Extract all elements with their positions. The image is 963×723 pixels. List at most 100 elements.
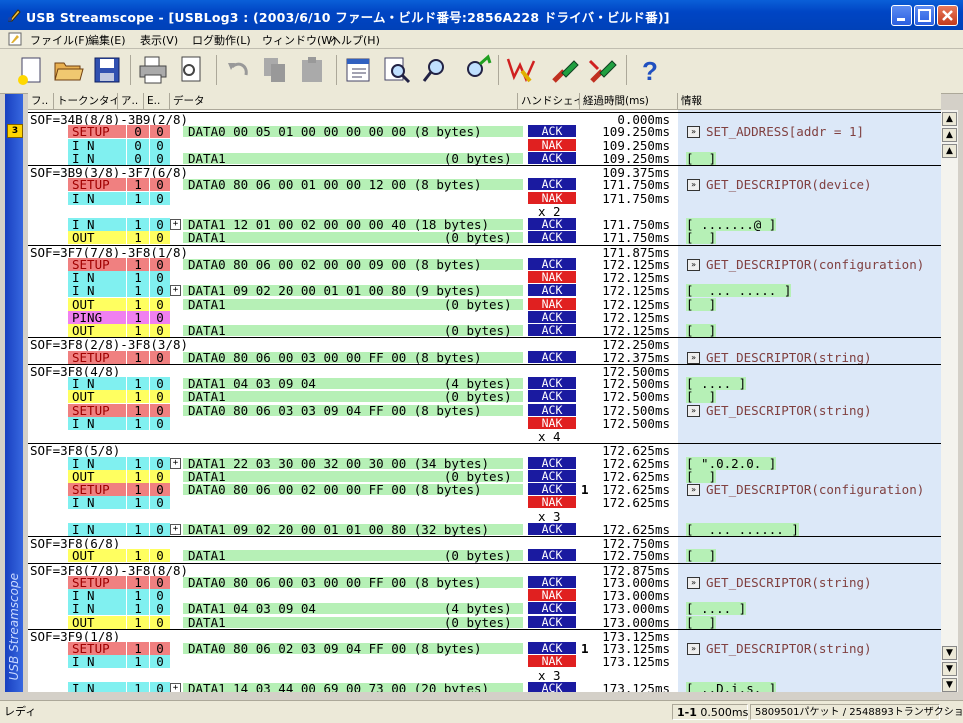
repeat-row[interactable]: x 2 <box>28 205 941 218</box>
col-info[interactable]: 情報 <box>678 93 941 109</box>
properties-icon[interactable] <box>342 53 376 87</box>
print-icon[interactable] <box>136 53 170 87</box>
address: 0 <box>126 151 149 165</box>
token-type: OUT <box>68 615 130 629</box>
col-frame[interactable]: フ.. <box>28 93 54 109</box>
transaction-row[interactable]: OUT 1 0 DATA1 (0 bytes) ACK [ ] 172.750ms <box>28 549 941 563</box>
decode-icon[interactable]: » <box>687 179 700 192</box>
transaction-row[interactable]: I N 1 0 NAK 171.750ms <box>28 191 941 205</box>
transaction-row[interactable]: I N 1 0 NAK 173.000ms <box>28 589 941 602</box>
scroll-page-up-icon[interactable]: ▲ <box>942 128 957 142</box>
open-folder-icon[interactable] <box>52 53 86 87</box>
transaction-row[interactable]: I N 1 0 NAK 172.500ms <box>28 416 941 430</box>
transaction-row[interactable]: SETUP 1 0 DATA0 80 06 00 02 00 00 09 00 (8 … <box>28 256 941 272</box>
transaction-row[interactable]: I N 0 0 DATA1 (0 bytes) ACK[ ] 109.250ms <box>28 151 941 165</box>
menu-log-action[interactable]: ログ動作(L) <box>192 32 251 48</box>
menu-view[interactable]: 表示(V) <box>140 32 178 48</box>
scroll-down-icon[interactable]: ▼ <box>942 646 957 660</box>
transaction-row[interactable]: OUT 1 0 DATA1 (0 bytes) ACK [ ] 172.500ms <box>28 390 941 404</box>
transaction-row[interactable]: I N 1 0 + DATA1 14 03 44 00 69 00 73 00 (20 … <box>28 681 941 692</box>
data-payload: DATA1 (0 bytes) <box>188 468 512 484</box>
transaction-row[interactable]: I N 1 0 + DATA1 09 02 20 00 01 01 00 80 (32 … <box>28 522 941 536</box>
scroll-top-icon[interactable]: ▲ <box>942 112 957 126</box>
transaction-row[interactable]: I N 1 0 + DATA1 12 01 00 02 00 00 00 40 (18 … <box>28 218 941 231</box>
transaction-row[interactable]: I N 1 0 DATA1 04 03 09 04 (4 bytes) ACK [ ...… <box>28 602 941 616</box>
decode-icon[interactable]: » <box>687 126 700 139</box>
transaction-row[interactable]: I N 1 0 NAK 172.625ms <box>28 495 941 511</box>
transaction-row[interactable]: PING 1 0 ACK 172.125ms <box>28 310 941 324</box>
vertical-scrollbar[interactable]: ▲ ▲ ▲ ▼ ▼ ▼ <box>941 110 958 692</box>
elapsed-time: 172.625ms <box>602 495 670 511</box>
scroll-page-down-icon[interactable]: ▼ <box>942 662 957 676</box>
print-preview-icon[interactable] <box>174 53 208 87</box>
trigger-icon[interactable] <box>504 53 538 87</box>
expand-icon[interactable]: + <box>170 682 181 692</box>
elapsed-time: 172.125ms <box>602 323 670 338</box>
transaction-row[interactable]: I N 1 0 DATA1 04 03 09 04 (4 bytes) ACK [ ...… <box>28 377 941 390</box>
col-data[interactable]: データ <box>170 93 518 109</box>
transaction-row[interactable]: I N 0 0 NAK 109.250ms <box>28 138 941 152</box>
transaction-row[interactable]: SETUP 1 0 DATA0 80 06 00 02 00 00 FF 00 (8 … <box>28 483 941 496</box>
col-handshake[interactable]: ハンドシェイク <box>518 93 580 109</box>
transaction-row[interactable]: SETUP 0 0 DATA0 00 05 01 00 00 00 00 00 (8 … <box>28 125 941 139</box>
data-payload: DATA1 (0 bytes) <box>188 614 512 630</box>
transaction-row[interactable]: OUT 1 0 DATA1 (0 bytes) ACK [ ] 171.750ms <box>28 231 941 245</box>
col-endpoint[interactable]: E.. <box>144 93 170 109</box>
new-icon[interactable] <box>14 53 48 87</box>
expand-icon[interactable]: + <box>170 285 181 297</box>
endpoint: 0 <box>149 416 170 430</box>
transaction-grid[interactable]: SOF=34B(8/8)-3B9(2/8) 0.000ms SETUP 0 0 DATA0… <box>28 110 941 692</box>
start-capture-icon[interactable] <box>548 53 582 87</box>
search-log-icon[interactable] <box>380 53 414 87</box>
transaction-row[interactable]: I N 1 0 + DATA1 09 02 20 00 01 01 00 80 (9 b… <box>28 284 941 298</box>
repeat-row[interactable]: x 4 <box>28 430 941 443</box>
transaction-row[interactable]: OUT 1 0 DATA1 (0 bytes) ACK [ ] 172.625ms <box>28 468 941 484</box>
bookmark-marker[interactable]: 3 <box>7 124 23 138</box>
transaction-row[interactable]: I N 1 0 + DATA1 22 03 30 00 32 00 30 00 (34 … <box>28 456 941 470</box>
decode-icon[interactable]: » <box>687 484 700 496</box>
transaction-row[interactable]: SETUP 1 0 DATA0 80 06 00 03 00 00 FF 00 (8 … <box>28 350 941 364</box>
sof-label: SOF=3B9(3/8)-3F7(6/8) <box>30 165 189 180</box>
find-previous-icon[interactable] <box>460 53 494 87</box>
document-icon[interactable] <box>7 31 23 47</box>
decode-icon[interactable]: » <box>687 643 700 655</box>
transaction-row[interactable]: SETUP 1 0 DATA0 80 06 00 01 00 00 12 00 (8 … <box>28 178 941 192</box>
transaction-row[interactable]: OUT 1 0 DATA1 (0 bytes) ACK [ ] 172.125ms <box>28 324 941 337</box>
transaction-row[interactable]: I N 1 0 NAK 173.125ms <box>28 655 941 669</box>
transaction-row[interactable]: SETUP 1 0 DATA0 80 06 03 03 09 04 FF 00 (8 … <box>28 403 941 417</box>
save-icon[interactable] <box>90 53 124 87</box>
expand-icon[interactable]: + <box>170 219 181 230</box>
menu-window[interactable]: ウィンドウ(W) <box>262 32 336 48</box>
col-address[interactable]: ア.. <box>118 93 144 109</box>
help-icon[interactable]: ? <box>632 53 666 87</box>
transaction-row[interactable]: SETUP 1 0 DATA0 80 06 00 03 00 00 FF 00 (8 … <box>28 575 941 589</box>
info-text: GET_DESCRIPTOR(configuration) <box>706 256 925 272</box>
copy-icon[interactable] <box>258 53 292 87</box>
col-token-type[interactable]: トークンタイプ <box>54 93 118 109</box>
decode-icon[interactable]: » <box>687 351 700 364</box>
decode-icon[interactable]: » <box>687 576 700 589</box>
menu-help[interactable]: ヘルプ(H) <box>330 32 380 48</box>
menu-edit[interactable]: 編集(E) <box>88 32 126 48</box>
maximize-button[interactable] <box>914 5 935 26</box>
stop-capture-icon[interactable] <box>586 53 620 87</box>
transaction-row[interactable]: SETUP 1 0 DATA0 80 06 02 03 09 04 FF 00 (8 … <box>28 642 941 655</box>
repeat-row[interactable]: x 3 <box>28 669 941 682</box>
decode-icon[interactable]: » <box>687 404 700 417</box>
close-button[interactable] <box>937 5 958 26</box>
expand-icon[interactable]: + <box>170 457 181 469</box>
repeat-row[interactable]: x 3 <box>28 510 941 523</box>
undo-icon[interactable] <box>222 53 256 87</box>
transaction-row[interactable]: OUT 1 0 DATA1 (0 bytes) NAK [ ] 172.125ms <box>28 297 941 311</box>
transaction-row[interactable]: I N 1 0 NAK 172.125ms <box>28 271 941 284</box>
scroll-up-icon[interactable]: ▲ <box>942 144 957 158</box>
find-next-icon[interactable] <box>420 53 454 87</box>
col-elapsed-time[interactable]: 経過時間(ms) <box>580 93 678 109</box>
menu-file[interactable]: ファイル(F) <box>30 32 89 48</box>
expand-icon[interactable]: + <box>170 523 181 535</box>
minimize-button[interactable] <box>891 5 912 26</box>
paste-icon[interactable] <box>296 53 330 87</box>
transaction-row[interactable]: OUT 1 0 DATA1 (0 bytes) ACK [ ] 173.000ms <box>28 614 941 630</box>
decode-icon[interactable]: » <box>687 258 700 271</box>
scroll-bottom-icon[interactable]: ▼ <box>942 678 957 692</box>
